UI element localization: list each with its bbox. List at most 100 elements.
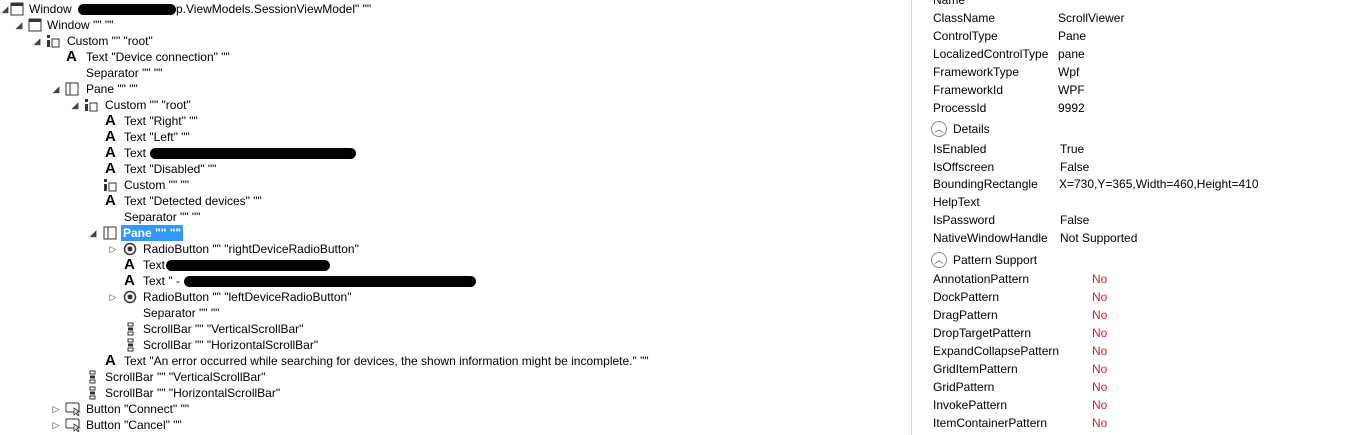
text-icon: A <box>105 112 116 129</box>
tree-node-text-disabled[interactable]: A Text "Disabled" "" <box>0 161 900 177</box>
tree-node-hscroll-inner[interactable]: ScrollBar "" "HorizontalScrollBar" <box>0 337 900 353</box>
button-icon <box>65 417 81 433</box>
text-icon: A <box>105 160 116 177</box>
tree-node-label: Text "Left" "" <box>124 130 190 144</box>
tree-node-pane-selected[interactable]: ◢ Pane "" "" <box>0 225 900 241</box>
custom-control-icon <box>84 97 98 113</box>
tree-node-vscroll-inner[interactable]: ScrollBar "" "VerticalScrollBar" <box>0 321 900 337</box>
collapse-arrow-icon[interactable]: ◢ <box>14 17 24 33</box>
tree-node-label: Text "Disabled" "" <box>124 162 217 176</box>
pattern-value: No <box>1092 326 1108 340</box>
collapse-chevron-icon[interactable]: ︿ <box>931 121 947 137</box>
tree-node-text-device-connection[interactable]: A Text "Device connection" "" <box>0 49 900 65</box>
custom-control-icon <box>46 33 60 49</box>
radio-button-icon <box>123 289 137 305</box>
redaction-bar <box>78 4 176 15</box>
redaction-bar <box>150 148 356 159</box>
tree-node-text-redacted-2[interactable]: A Text <box>0 257 900 273</box>
expand-arrow-icon[interactable]: ▷ <box>51 401 61 417</box>
pattern-value: No <box>1092 272 1108 286</box>
redaction-bar <box>166 260 330 271</box>
tree-node-vscroll-outer[interactable]: ScrollBar "" "VerticalScrollBar" <box>0 369 900 385</box>
button-icon <box>65 401 81 417</box>
pattern-value: No <box>1092 308 1108 322</box>
tree-node-label: Window "" "" <box>47 18 114 32</box>
tree-node-label: p.ViewModels.SessionViewModel" "" <box>176 2 372 16</box>
panel-divider[interactable] <box>911 0 912 435</box>
tree-node-label: Separator "" "" <box>86 66 163 80</box>
redaction-bar <box>184 276 476 287</box>
tree-node-hscroll-outer[interactable]: ScrollBar "" "HorizontalScrollBar" <box>0 385 900 401</box>
property-name: Name <box>933 0 966 7</box>
window-icon <box>10 1 24 17</box>
tree-node-label: ScrollBar "" "VerticalScrollBar" <box>105 370 266 384</box>
tree-node-label: ScrollBar "" "HorizontalScrollBar" <box>143 338 319 352</box>
pattern-value: No <box>1092 344 1108 358</box>
property-value: Pane <box>1058 29 1087 43</box>
property-name: LocalizedControlType <box>933 47 1049 61</box>
property-name: ClassName <box>933 11 996 25</box>
tree-node-label: Text "Detected devices" "" <box>124 194 262 208</box>
property-name: HelpText <box>933 195 980 209</box>
tree-node-separator-3[interactable]: Separator "" "" <box>0 305 900 321</box>
text-icon: A <box>105 144 116 161</box>
property-value: True <box>1060 142 1085 156</box>
element-tree[interactable]: ◢ Window p.ViewModels.SessionViewModel" … <box>0 0 910 435</box>
tree-node-label: Text "An error occurred while searching … <box>124 354 649 368</box>
collapse-arrow-icon[interactable]: ◢ <box>51 81 61 97</box>
tree-node-custom-root[interactable]: ◢ Custom "" "root" <box>0 33 900 49</box>
expand-arrow-icon[interactable]: ▷ <box>108 241 118 257</box>
text-icon: A <box>66 48 77 65</box>
tree-node-button-cancel[interactable]: ▷ Button "Cancel" "" <box>0 417 900 433</box>
window-icon <box>28 17 42 33</box>
tree-node-label: Separator "" "" <box>124 210 201 224</box>
collapse-arrow-icon[interactable]: ◢ <box>32 33 42 49</box>
pattern-name: ItemContainerPattern <box>933 416 1048 430</box>
pattern-value: No <box>1092 362 1108 376</box>
tree-node-text-redacted-3[interactable]: A Text " - <box>0 273 900 289</box>
tree-node-label: Text "Device connection" "" <box>86 50 230 64</box>
expand-arrow-icon[interactable]: ▷ <box>51 417 61 433</box>
tree-node-custom-root-2[interactable]: ◢ Custom "" "root" <box>0 97 900 113</box>
tree-node-separator-2[interactable]: Separator "" "" <box>0 209 900 225</box>
collapse-arrow-icon[interactable]: ◢ <box>0 1 10 17</box>
text-icon: A <box>105 128 116 145</box>
collapse-chevron-icon[interactable]: ︿ <box>931 252 947 268</box>
tree-node-pane[interactable]: ◢ Pane "" "" <box>0 81 900 97</box>
tree-node-label: Text <box>143 258 166 272</box>
collapse-arrow-icon[interactable]: ◢ <box>88 225 98 241</box>
pattern-name: DropTargetPattern <box>933 326 1032 340</box>
expand-arrow-icon[interactable]: ▷ <box>108 289 118 305</box>
property-name: BoundingRectangle <box>933 177 1038 191</box>
tree-node-text-error[interactable]: A Text "An error occurred while searchin… <box>0 353 900 369</box>
tree-node-button-connect[interactable]: ▷ Button "Connect" "" <box>0 401 900 417</box>
property-name: IsOffscreen <box>933 160 995 174</box>
tree-node-label: Custom "" "root" <box>105 98 191 112</box>
tree-node-custom-empty[interactable]: Custom "" "" <box>0 177 900 193</box>
tree-node-text-right[interactable]: A Text "Right" "" <box>0 113 900 129</box>
tree-node-label: Text " - <box>143 274 180 288</box>
tree-node-label: RadioButton "" "rightDeviceRadioButton" <box>143 242 359 256</box>
collapse-arrow-icon[interactable]: ◢ <box>70 97 80 113</box>
tree-node-text-detected-devices[interactable]: A Text "Detected devices" "" <box>0 193 900 209</box>
tree-node-window-root[interactable]: ◢ Window p.ViewModels.SessionViewModel" … <box>0 1 900 17</box>
tree-node-label: Window <box>29 2 72 16</box>
pattern-name: GridPattern <box>933 380 995 394</box>
tree-node-separator[interactable]: Separator "" "" <box>0 65 900 81</box>
tree-node-radio-right[interactable]: ▷ RadioButton "" "rightDeviceRadioButton… <box>0 241 900 257</box>
property-name: NativeWindowHandle <box>933 231 1048 245</box>
property-name: ControlType <box>933 29 998 43</box>
tree-node-text-left[interactable]: A Text "Left" "" <box>0 129 900 145</box>
section-title: Pattern Support <box>953 253 1038 267</box>
tree-node-text-redacted[interactable]: A Text <box>0 145 900 161</box>
scrollbar-icon <box>89 369 97 385</box>
pattern-name: DragPattern <box>933 308 998 322</box>
property-value: WPF <box>1058 83 1085 97</box>
pattern-value: No <box>1092 380 1108 394</box>
section-title: Details <box>953 122 990 136</box>
tree-node-radio-left[interactable]: ▷ RadioButton "" "leftDeviceRadioButton" <box>0 289 900 305</box>
tree-node-window[interactable]: ◢ Window "" "" <box>0 17 900 33</box>
text-icon: A <box>105 192 116 209</box>
pattern-value: No <box>1092 398 1108 412</box>
pattern-value: No <box>1092 416 1108 430</box>
